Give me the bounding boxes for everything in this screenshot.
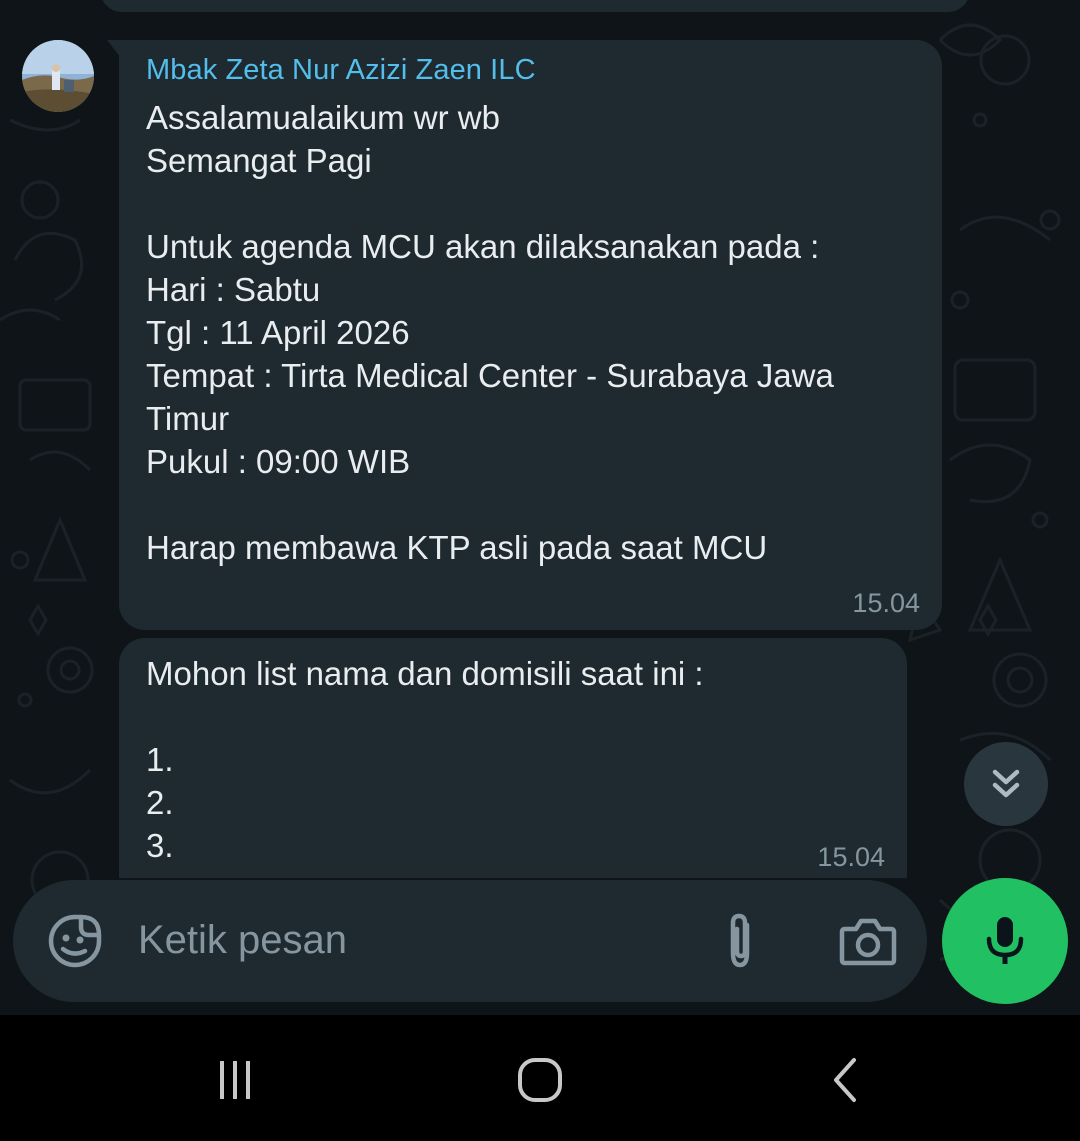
message-composer[interactable]: Ketik pesan (13, 880, 927, 1002)
voice-message-button[interactable] (942, 878, 1068, 1004)
previous-message-bubble-edge (100, 0, 970, 12)
message-bubble[interactable]: Mohon list nama dan domisili saat ini : … (119, 638, 907, 878)
sticker-emoji-icon[interactable] (47, 913, 103, 969)
home-icon (518, 1058, 562, 1102)
back-button[interactable] (815, 1055, 875, 1105)
double-chevron-down-icon (992, 769, 1020, 798)
message-text: Assalamualaikum wr wb Semangat Pagi Untu… (146, 99, 834, 566)
message-timestamp: 15.04 (852, 588, 920, 618)
message-input[interactable]: Ketik pesan (138, 918, 347, 963)
camera-icon[interactable] (839, 914, 897, 968)
paperclip-icon[interactable] (713, 911, 767, 971)
avatar-photo (22, 40, 94, 112)
recent-apps-button[interactable] (205, 1055, 265, 1105)
message-timestamp: 15.04 (817, 842, 885, 872)
system-navigation-bar (0, 1015, 1080, 1141)
chat-area[interactable]: Mbak Zeta Nur Azizi Zaen ILC Assalamuala… (0, 0, 1080, 1015)
back-icon (834, 1058, 856, 1102)
message-text: Mohon list nama dan domisili saat ini : … (146, 655, 704, 864)
microphone-icon (986, 917, 1024, 964)
sender-avatar[interactable] (22, 40, 94, 112)
message-bubble[interactable]: Mbak Zeta Nur Azizi Zaen ILC Assalamuala… (107, 40, 942, 630)
home-button[interactable] (510, 1055, 570, 1105)
scroll-to-bottom-button[interactable] (964, 742, 1048, 826)
recent-apps-icon (220, 1061, 250, 1099)
sender-name[interactable]: Mbak Zeta Nur Azizi Zaen ILC (146, 54, 536, 87)
